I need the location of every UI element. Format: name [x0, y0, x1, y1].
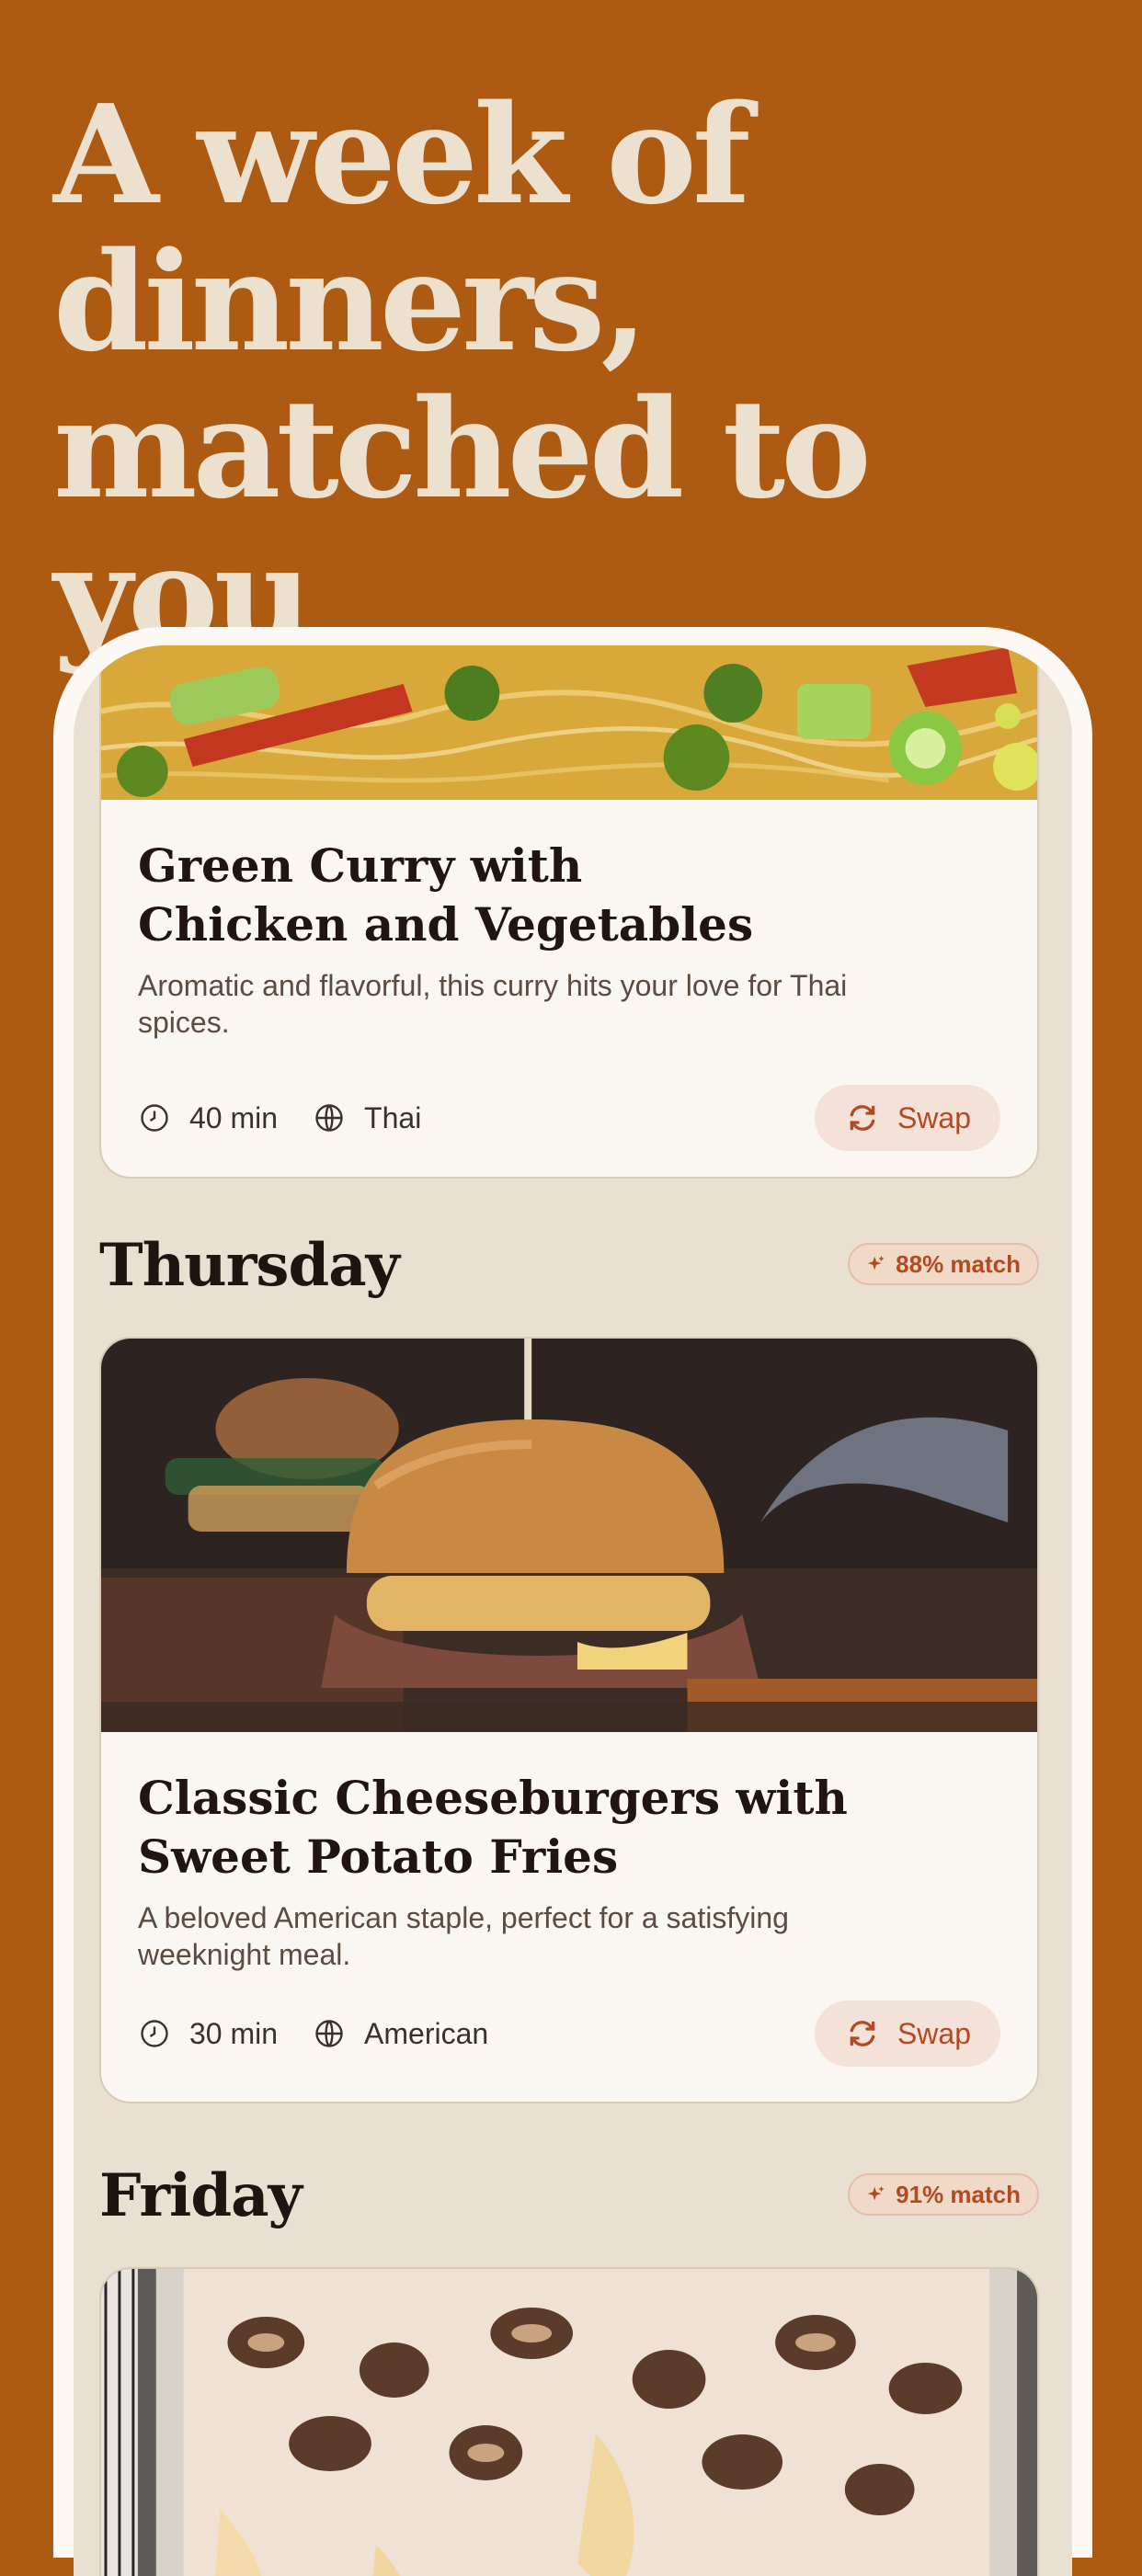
- swap-button[interactable]: Swap: [814, 1085, 1000, 1151]
- sparkle-icon: [867, 2185, 885, 2201]
- globe-icon: [313, 2017, 346, 2050]
- hero-headline: A week of dinners, matched to you: [53, 74, 872, 676]
- meal-card-body: Classic Cheeseburgers with Sweet Potato …: [138, 1769, 1000, 1973]
- meal-cuisine-label: Thai: [364, 1100, 422, 1134]
- day-title: Thursday: [99, 1231, 400, 1300]
- meal-cuisine-label: American: [364, 2016, 489, 2050]
- meal-time-label: 40 min: [189, 1100, 279, 1134]
- meal-time: 40 min: [138, 1101, 278, 1135]
- globe-icon: [313, 1101, 346, 1134]
- meal-time: 30 min: [138, 2017, 278, 2051]
- meal-title: Classic Cheeseburgers with Sweet Potato …: [138, 1771, 848, 1884]
- meal-photo-mushrooms: [101, 2269, 1037, 2576]
- meal-time-label: 30 min: [189, 2016, 279, 2050]
- meal-card-green-curry[interactable]: Green Curry with Chicken and Vegetables …: [99, 645, 1039, 1179]
- meal-title: Green Curry with Chicken and Vegetables: [138, 838, 754, 952]
- meal-description: Aromatic and flavorful, this curry hits …: [138, 969, 848, 1039]
- refresh-icon: [850, 1105, 875, 1131]
- meal-meta: 40 min Thai Swap: [138, 1085, 1000, 1151]
- sparkle-icon: [867, 1255, 885, 1271]
- meal-photo-burger: [101, 1339, 1037, 1732]
- clock-icon: [138, 2017, 171, 2050]
- swap-button[interactable]: Swap: [814, 2000, 1000, 2067]
- meal-card-friday[interactable]: [99, 2267, 1039, 2576]
- meal-cuisine: American: [313, 2017, 488, 2051]
- refresh-icon: [850, 2021, 875, 2046]
- meal-card-cheeseburger[interactable]: Classic Cheeseburgers with Sweet Potato …: [99, 1337, 1039, 2103]
- meal-card-body: Green Curry with Chicken and Vegetables …: [138, 837, 1000, 1041]
- match-label: 88% match: [896, 1249, 1021, 1278]
- match-label: 91% match: [896, 2180, 1021, 2208]
- day-title: Friday: [99, 2161, 303, 2230]
- clock-icon: [138, 1101, 171, 1134]
- meal-meta: 30 min American Swap: [138, 2000, 1000, 2067]
- meal-photo-noodles: [101, 645, 1037, 800]
- swap-label: Swap: [896, 2016, 971, 2050]
- day-header-thursday: Thursday 88% match: [99, 1234, 1039, 1298]
- meal-description: A beloved American staple, perfect for a…: [138, 1901, 789, 1971]
- phone-screen: Green Curry with Chicken and Vegetables …: [74, 645, 1072, 2576]
- meal-cuisine: Thai: [313, 1101, 421, 1135]
- match-badge: 88% match: [848, 1243, 1039, 1285]
- swap-label: Swap: [896, 1100, 971, 1134]
- match-badge: 91% match: [848, 2173, 1039, 2216]
- phone-frame: Green Curry with Chicken and Vegetables …: [53, 627, 1092, 2576]
- day-header-friday: Friday 91% match: [99, 2164, 1039, 2228]
